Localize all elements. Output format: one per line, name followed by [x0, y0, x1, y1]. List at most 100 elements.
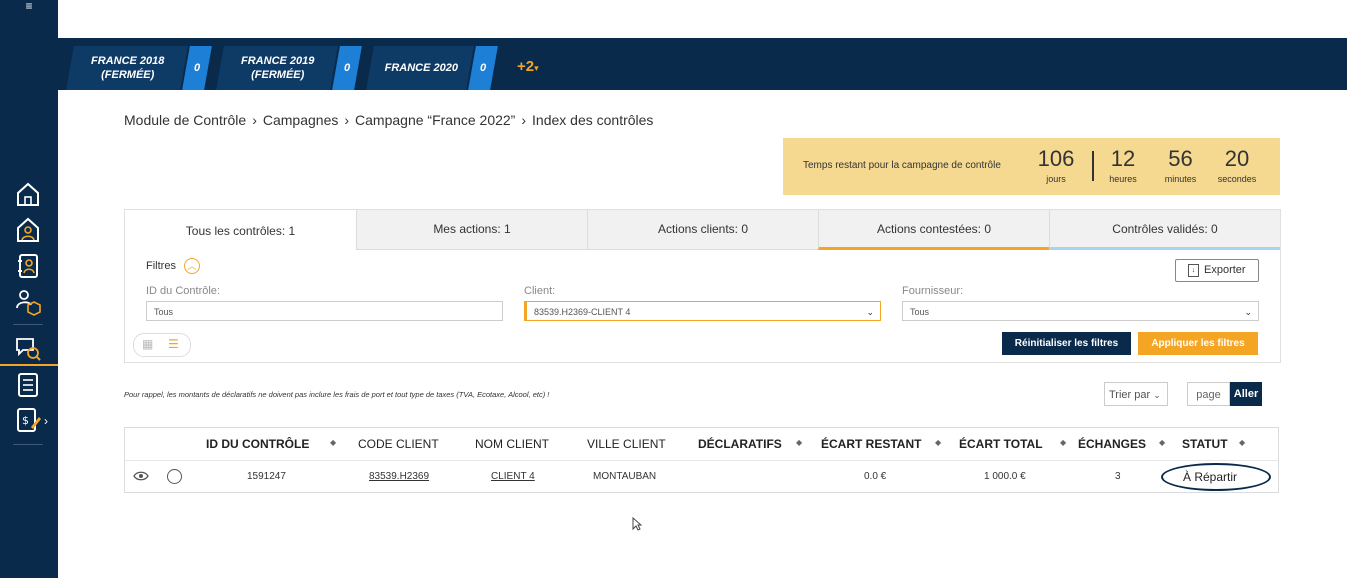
client-filter-value: 83539.H2369-CLIENT 4 [534, 307, 631, 317]
sort-icon[interactable]: ◆ [935, 438, 941, 447]
campaign-tab-count: 0 [193, 62, 201, 74]
tab-validated-controls[interactable]: Contrôles validés: 0 [1049, 210, 1280, 250]
countdown-hours-unit: heures [1109, 174, 1137, 184]
chevron-down-icon: ⌄ [1244, 307, 1252, 317]
breadcrumb-current: Index des contrôles [532, 112, 654, 128]
grid-icon[interactable]: ▦ [142, 338, 155, 351]
top-band [58, 0, 1347, 38]
breadcrumb: Module de Contrôle › Campagnes › Campagne “F… [124, 112, 653, 128]
active-indicator [0, 364, 58, 366]
left-sidebar: ≡ $ › [0, 0, 58, 578]
eye-icon[interactable] [133, 469, 149, 483]
sort-icon[interactable]: ◆ [1159, 438, 1165, 447]
countdown-seconds-value: 20 [1224, 146, 1250, 171]
cell-exchanges: 3 [1115, 471, 1121, 482]
countdown-label: Temps restant pour la campagne de contrô… [803, 160, 1001, 171]
supplier-filter-label: Fournisseur: [902, 285, 964, 297]
campaign-countdown: Temps restant pour la campagne de contrô… [783, 138, 1280, 195]
chevron-right-icon: › [521, 112, 527, 128]
sort-icon[interactable]: ◆ [796, 438, 802, 447]
client-filter-select[interactable]: 83539.H2369-CLIENT 4 ⌄ [524, 301, 881, 321]
campaign-tab-sublabel: (FERMÉE) [251, 69, 305, 81]
col-status[interactable]: STATUT [1182, 437, 1228, 451]
col-client-code[interactable]: CODE CLIENT [358, 437, 439, 451]
countdown-minutes-unit: minutes [1164, 174, 1197, 184]
chevron-right-icon: › [344, 112, 350, 128]
countdown-days-unit: jours [1046, 174, 1066, 184]
apply-filters-button[interactable]: Appliquer les filtres [1138, 332, 1258, 355]
list-icon[interactable] [14, 371, 42, 399]
countdown-hours: 12 heures [1103, 146, 1143, 186]
col-client-city[interactable]: VILLE CLIENT [587, 437, 666, 451]
chevron-down-icon: ▾ [534, 63, 539, 73]
chevron-right-icon: › [252, 112, 257, 128]
breadcrumb-item[interactable]: Campagnes [263, 112, 339, 128]
export-icon: ↓ [1188, 264, 1199, 277]
col-remaining-gap[interactable]: ÉCART RESTANT [821, 437, 921, 451]
cell-remaining-gap: 0.0 € [864, 471, 887, 482]
tab-all-controls[interactable]: Tous les contrôles: 1 [125, 210, 356, 250]
cell-client-code[interactable]: 83539.H2369 [369, 471, 429, 482]
campaign-tab-sublabel: (FERMÉE) [101, 69, 155, 81]
tab-my-actions[interactable]: Mes actions: 1 [356, 210, 587, 250]
user-icon[interactable] [14, 216, 42, 244]
sort-select[interactable]: Trier par ⌄ [1104, 382, 1168, 406]
countdown-seconds: 20 secondes [1211, 146, 1263, 186]
more-campaigns-button[interactable]: +2▾ [517, 58, 539, 75]
countdown-minutes: 56 minutes [1158, 146, 1203, 186]
view-toggle: ▦ ☰ [133, 333, 191, 357]
cell-client-city: MONTAUBAN [593, 471, 657, 482]
id-filter-input[interactable]: Tous [146, 301, 503, 321]
supplier-filter-select[interactable]: Tous ⌄ [902, 301, 1259, 321]
filters-title: Filtres [146, 260, 176, 272]
col-client-name[interactable]: NOM CLIENT [475, 437, 549, 451]
export-label: Exporter [1204, 264, 1246, 276]
chevron-right-icon[interactable]: › [44, 414, 48, 428]
go-button[interactable]: Aller [1230, 382, 1262, 406]
col-id[interactable]: ID DU CONTRÔLE [206, 437, 309, 451]
sort-label: Trier par [1109, 389, 1151, 401]
contacts-icon[interactable] [14, 252, 42, 280]
breadcrumb-item[interactable]: Module de Contrôle [124, 112, 246, 128]
search-chat-icon[interactable] [14, 334, 42, 362]
chevron-down-icon: ⌄ [1153, 390, 1161, 400]
list-view-icon[interactable]: ☰ [168, 338, 181, 351]
col-exchanges[interactable]: ÉCHANGES [1078, 437, 1146, 451]
supplier-filter-value: Tous [910, 307, 930, 317]
home-icon[interactable] [14, 180, 42, 208]
countdown-days: 106 jours [1036, 146, 1076, 186]
cell-id: 1591247 [247, 471, 286, 482]
campaign-tab-count: 0 [479, 62, 487, 74]
more-campaigns-label: +2 [517, 58, 535, 75]
table-header: ID DU CONTRÔLE ◆ CODE CLIENT NOM CLIENT … [125, 428, 1278, 460]
table-row[interactable]: 1591247 83539.H2369 CLIENT 4 MONTAUBAN 0… [125, 460, 1278, 493]
invoice-icon[interactable]: $ [14, 406, 42, 434]
col-total-gap[interactable]: ÉCART TOTAL [959, 437, 1043, 451]
countdown-minutes-value: 56 [1168, 146, 1193, 171]
user-box-icon[interactable] [14, 288, 42, 316]
tab-contested-actions[interactable]: Actions contestées: 0 [818, 210, 1049, 250]
sort-icon[interactable]: ◆ [1239, 438, 1245, 447]
sidebar-divider [13, 444, 43, 445]
countdown-hours-value: 12 [1110, 146, 1136, 171]
reset-filters-button[interactable]: Réinitialiser les filtres [1002, 332, 1131, 355]
status-badge[interactable]: À Répartir [1183, 470, 1237, 484]
svg-text:$: $ [22, 414, 29, 427]
controls-table: ID DU CONTRÔLE ◆ CODE CLIENT NOM CLIENT … [124, 427, 1279, 493]
breadcrumb-item[interactable]: Campagne “France 2022” [355, 112, 515, 128]
menu-icon[interactable]: ≡ [19, 0, 39, 14]
cell-client-name[interactable]: CLIENT 4 [491, 471, 535, 482]
campaign-tab-label: FRANCE 2018 [91, 55, 165, 67]
controls-panel: Tous les contrôles: 1 Mes actions: 1 Act… [124, 209, 1281, 363]
countdown-divider [1092, 151, 1094, 181]
id-filter-label: ID du Contrôle: [146, 285, 220, 297]
chevron-up-icon[interactable]: ︿ [184, 258, 200, 274]
countdown-days-value: 106 [1037, 146, 1075, 171]
row-select-radio[interactable] [167, 469, 182, 484]
sort-icon[interactable]: ◆ [330, 438, 336, 447]
tab-client-actions[interactable]: Actions clients: 0 [587, 210, 818, 250]
page-input[interactable]: page [1187, 382, 1230, 406]
sort-icon[interactable]: ◆ [1060, 438, 1066, 447]
col-declaratifs[interactable]: DÉCLARATIFS [698, 437, 782, 451]
export-button[interactable]: ↓ Exporter [1175, 259, 1259, 282]
